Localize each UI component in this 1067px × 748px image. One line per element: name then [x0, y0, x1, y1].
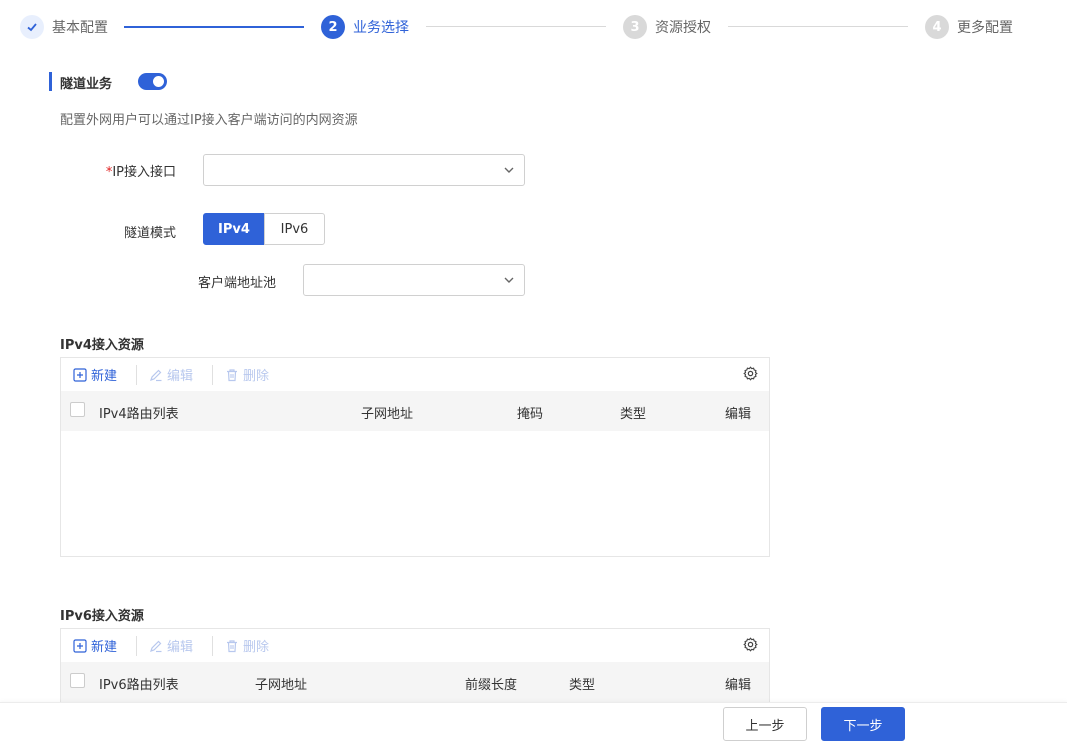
- ipv6-delete-button[interactable]: 删除: [225, 636, 269, 655]
- ipv4-delete-button[interactable]: 删除: [225, 365, 269, 384]
- ip-interface-select[interactable]: [203, 154, 525, 186]
- tunnel-service-toggle[interactable]: [138, 73, 167, 90]
- step-number: 3: [623, 15, 647, 39]
- toolbar-divider: [136, 365, 137, 385]
- ipv4-table: 新建 编辑 删除 IPv4路由列表 子网地址 掩码 类型 编辑: [60, 357, 770, 557]
- footer-bar: 上一步 下一步: [0, 702, 1067, 748]
- column-header: 掩码: [517, 407, 544, 422]
- column-header: 子网地址: [361, 407, 414, 422]
- ipv4-edit-button[interactable]: 编辑: [149, 365, 193, 384]
- step-label: 资源授权: [655, 20, 711, 36]
- step-connector: [124, 26, 304, 28]
- prev-step-button[interactable]: 上一步: [723, 707, 807, 741]
- ipv4-new-button[interactable]: 新建: [73, 365, 117, 384]
- toolbar-divider: [136, 636, 137, 656]
- column-header: 编辑: [725, 678, 752, 693]
- tunnel-mode-label: 隧道模式: [123, 226, 176, 241]
- ip-interface-label: *IP接入接口: [105, 165, 176, 180]
- column-header: 类型: [569, 678, 596, 693]
- column-header: 编辑: [725, 407, 752, 422]
- ipv4-table-header: IPv4路由列表 子网地址 掩码 类型 编辑: [61, 391, 769, 431]
- section-accent-bar: [49, 72, 52, 91]
- toggle-knob: [153, 76, 164, 87]
- step-more-config[interactable]: 4 更多配置: [925, 14, 1013, 40]
- edit-icon: [150, 640, 162, 652]
- trash-icon: [227, 639, 237, 652]
- ipv6-table-title: IPv6接入资源: [60, 609, 144, 624]
- plus-square-icon: [73, 367, 87, 382]
- tunnel-mode-ipv4[interactable]: IPv4: [203, 213, 265, 245]
- ipv6-edit-button[interactable]: 编辑: [149, 636, 193, 655]
- step-service-select[interactable]: 2 业务选择: [321, 14, 409, 40]
- check-icon: [20, 15, 44, 39]
- step-basic-config[interactable]: 基本配置: [20, 14, 108, 40]
- step-number: 4: [925, 15, 949, 39]
- column-header: 前缀长度: [465, 678, 518, 693]
- toolbar-divider: [212, 365, 213, 385]
- step-resource-auth[interactable]: 3 资源授权: [623, 14, 711, 40]
- step-label: 基本配置: [52, 20, 108, 36]
- step-label: 业务选择: [353, 20, 409, 36]
- step-connector: [728, 26, 908, 27]
- chevron-down-icon: [504, 167, 514, 173]
- plus-square-icon: [73, 638, 87, 653]
- trash-icon: [227, 368, 237, 381]
- next-step-button[interactable]: 下一步: [821, 707, 905, 741]
- section-title: 隧道业务: [60, 77, 113, 92]
- step-connector: [426, 26, 606, 27]
- select-all-checkbox[interactable]: [70, 673, 85, 688]
- ipv6-table: 新建 编辑 删除 IPv6路由列表 子网地址 前缀长度 类型 编辑: [60, 628, 770, 708]
- ipv4-toolbar: 新建 编辑 删除: [61, 358, 769, 390]
- gear-icon[interactable]: [743, 637, 758, 652]
- step-label: 更多配置: [957, 20, 1013, 36]
- chevron-down-icon: [504, 277, 514, 283]
- ipv6-table-header: IPv6路由列表 子网地址 前缀长度 类型 编辑: [61, 662, 769, 702]
- ipv4-table-title: IPv4接入资源: [60, 338, 144, 353]
- column-header: IPv4路由列表: [99, 407, 179, 422]
- tunnel-mode-ipv6[interactable]: IPv6: [264, 213, 325, 245]
- section-description: 配置外网用户可以通过IP接入客户端访问的内网资源: [60, 113, 358, 128]
- step-number: 2: [321, 15, 345, 39]
- edit-icon: [150, 369, 162, 381]
- ipv6-new-button[interactable]: 新建: [73, 636, 117, 655]
- column-header: 类型: [620, 407, 647, 422]
- gear-icon[interactable]: [743, 366, 758, 381]
- ipv6-toolbar: 新建 编辑 删除: [61, 629, 769, 661]
- toolbar-divider: [212, 636, 213, 656]
- select-all-checkbox[interactable]: [70, 402, 85, 417]
- client-pool-label: 客户端地址池: [197, 276, 276, 291]
- column-header: IPv6路由列表: [99, 678, 179, 693]
- column-header: 子网地址: [255, 678, 308, 693]
- client-pool-select[interactable]: [303, 264, 525, 296]
